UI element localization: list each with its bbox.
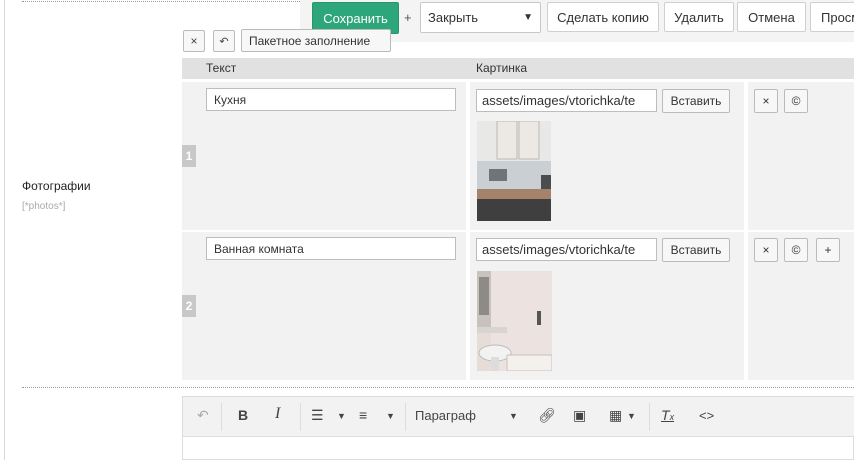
thumbnail-image[interactable]: [477, 121, 551, 221]
frame-border: [4, 0, 5, 460]
link-icon[interactable]: 🔗︎: [538, 407, 556, 424]
clear-all-button[interactable]: ×: [183, 30, 205, 52]
clear-format-icon[interactable]: Tx: [661, 407, 674, 423]
copy-icon: ©: [791, 243, 801, 257]
copy-icon: ©: [791, 94, 801, 108]
insert-button[interactable]: Вставить: [662, 238, 730, 262]
col-header-image: Картинка: [476, 61, 528, 75]
table-row: 1 Вставить × ©: [182, 82, 854, 230]
undo-rows-button[interactable]: ↶: [213, 30, 235, 52]
toolbar-separator: [649, 403, 650, 431]
code-icon[interactable]: <>: [699, 408, 714, 423]
batch-fill-button[interactable]: Пакетное заполнение: [241, 29, 391, 52]
field-label: Фотографии: [22, 179, 91, 193]
view-button[interactable]: Просм: [810, 2, 854, 32]
image-path-input[interactable]: [476, 89, 657, 112]
close-icon: ×: [190, 34, 198, 48]
copy-row-button[interactable]: ©: [784, 89, 808, 113]
numbered-list-icon[interactable]: ≡: [359, 407, 367, 423]
undo-icon[interactable]: ↶: [197, 407, 209, 424]
cancel-button[interactable]: Отмена: [737, 2, 806, 32]
insert-button[interactable]: Вставить: [662, 89, 730, 113]
text-field[interactable]: [206, 88, 456, 111]
chevron-down-icon: ▼: [523, 12, 533, 23]
add-row-button[interactable]: +: [816, 238, 840, 262]
duplicate-button[interactable]: Сделать копию: [547, 2, 659, 32]
toolbar-separator: [221, 403, 222, 431]
rich-text-editor: ↶ B I ☰ ▼ ≡ ▼ Параграф ▼ 🔗︎ ▣ ▦ ▼ Tx <>: [182, 396, 854, 460]
remove-row-button[interactable]: ×: [754, 238, 778, 262]
table-row: 2 Вставить × © +: [182, 232, 854, 380]
delete-button[interactable]: Удалить: [664, 2, 734, 32]
undo-icon: ↶: [219, 35, 229, 48]
bullet-list-icon[interactable]: ☰: [311, 407, 324, 424]
row-number: 2: [182, 295, 196, 317]
col-header-text: Текст: [206, 61, 237, 75]
plus-icon: +: [824, 243, 832, 257]
image-path-input[interactable]: [476, 238, 657, 261]
thumbnail-image[interactable]: [477, 271, 552, 371]
bathroom-photo: [477, 271, 552, 371]
close-icon: ×: [762, 94, 770, 108]
editor-toolbar: ↶ B I ☰ ▼ ≡ ▼ Параграф ▼ 🔗︎ ▣ ▦ ▼ Tx <>: [183, 397, 854, 437]
chevron-down-icon[interactable]: ▼: [337, 411, 346, 421]
toolbar-separator: [300, 403, 301, 431]
table-header: Текст Картинка: [182, 58, 854, 79]
chevron-down-icon[interactable]: ▼: [386, 411, 395, 421]
chevron-down-icon[interactable]: ▼: [509, 411, 518, 421]
image-icon[interactable]: ▣: [573, 407, 586, 424]
after-save-value: Закрыть: [428, 10, 479, 25]
table-icon[interactable]: ▦: [609, 407, 622, 424]
divider-bottom: [22, 387, 854, 388]
copy-row-button[interactable]: ©: [784, 238, 808, 262]
row-number: 1: [182, 145, 196, 167]
paragraph-format-select[interactable]: Параграф: [415, 408, 476, 423]
text-field[interactable]: [206, 237, 456, 260]
italic-icon[interactable]: I: [275, 405, 280, 423]
chevron-down-icon[interactable]: ▼: [627, 411, 636, 421]
plus-separator: +: [404, 10, 412, 25]
field-placeholder: [*photos*]: [22, 201, 66, 212]
bold-icon[interactable]: B: [238, 407, 248, 423]
kitchen-photo: [477, 121, 551, 221]
after-save-select[interactable]: Закрыть ▼: [420, 2, 541, 33]
remove-row-button[interactable]: ×: [754, 89, 778, 113]
close-icon: ×: [762, 243, 770, 257]
toolbar-separator: [405, 403, 406, 431]
